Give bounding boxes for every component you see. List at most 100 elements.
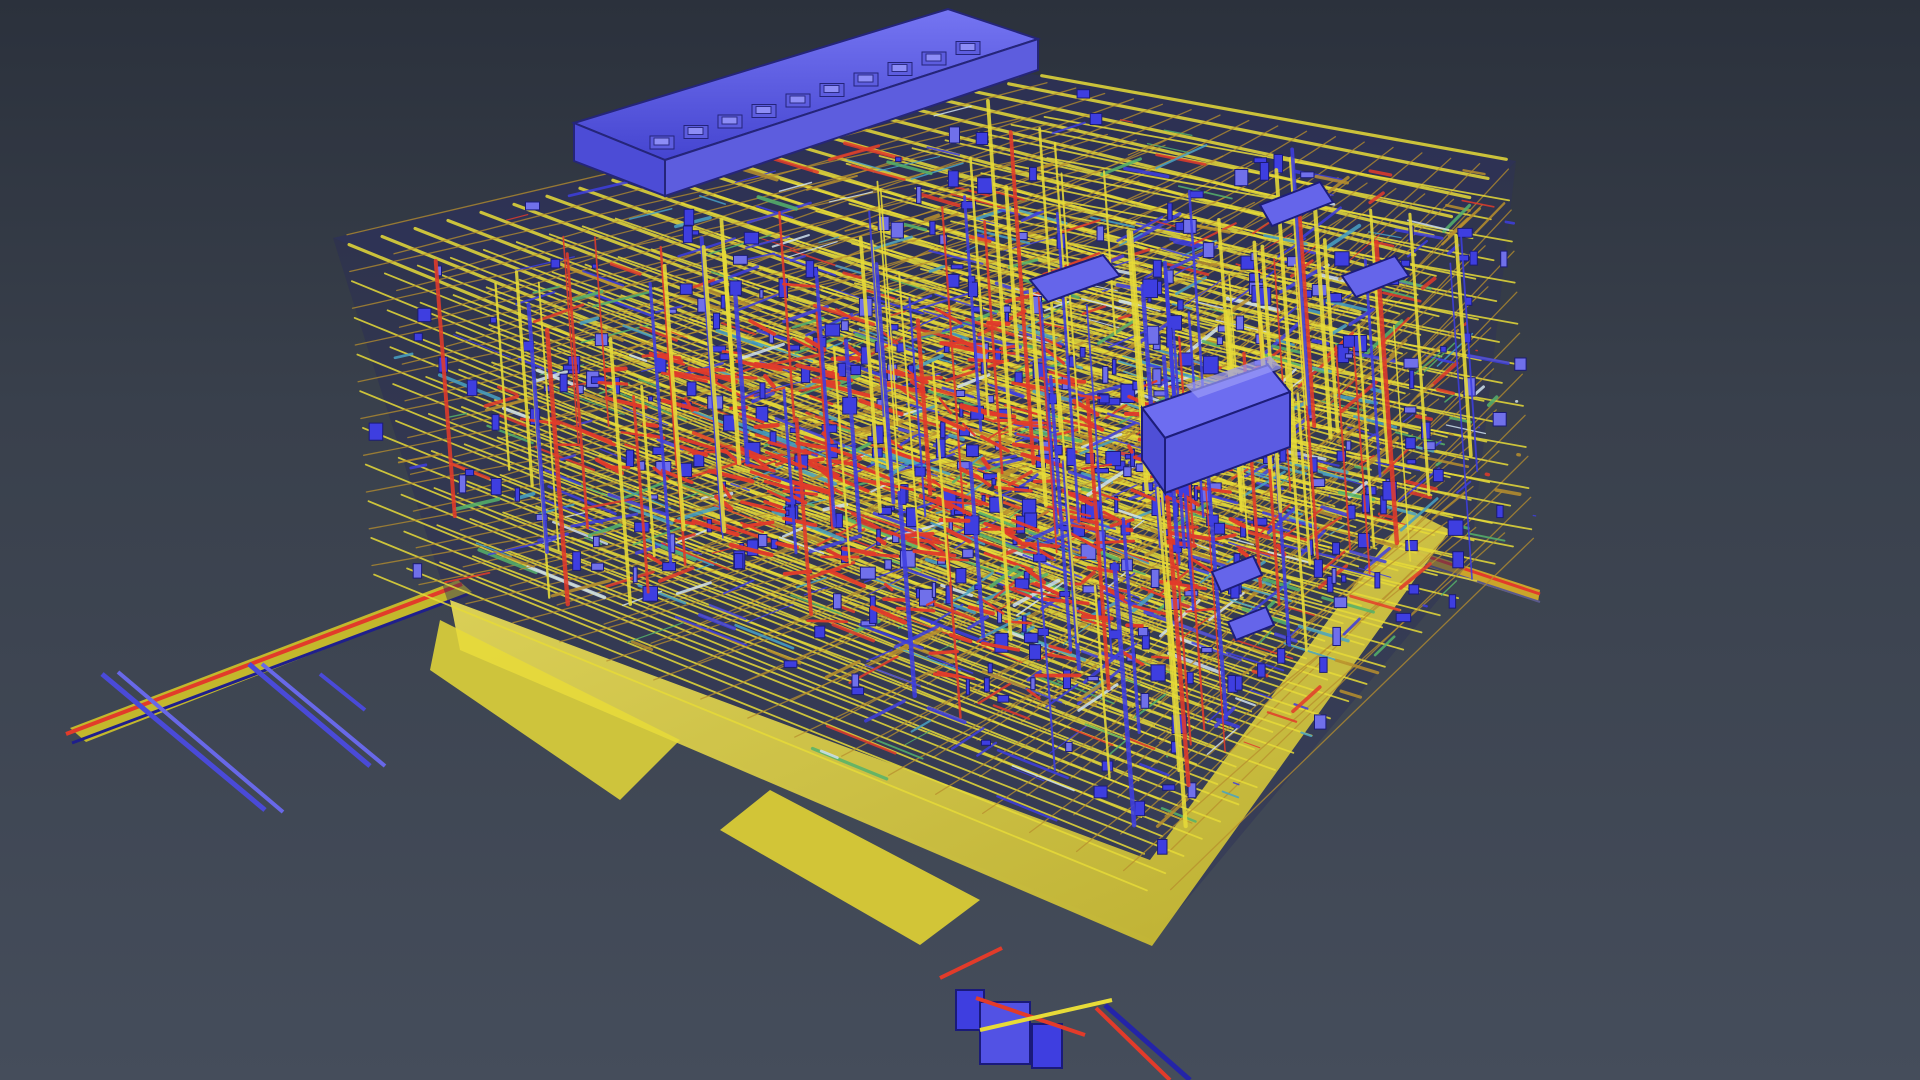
pipe-segment — [1448, 433, 1454, 436]
equipment-block — [466, 379, 478, 397]
equipment-block — [884, 559, 892, 570]
equipment-block — [955, 389, 966, 397]
equipment-block — [1500, 250, 1508, 268]
equipment-block — [1065, 741, 1073, 753]
equipment-block — [1432, 468, 1444, 483]
equipment-block — [1341, 574, 1347, 583]
equipment-block — [966, 444, 979, 457]
equipment-block — [648, 395, 654, 402]
equipment-block — [1514, 357, 1527, 371]
equipment-block — [1440, 345, 1447, 353]
equipment-block — [783, 660, 798, 668]
equipment-block — [490, 316, 497, 324]
equipment-block — [1344, 353, 1354, 359]
roof-fan-grille — [789, 95, 806, 104]
hot-water-pipe — [642, 422, 659, 428]
equipment-block — [1029, 644, 1041, 660]
hot-water-pipe — [1046, 379, 1087, 384]
equipment-block — [1448, 594, 1457, 609]
equipment-block — [491, 414, 500, 431]
equipment-block — [1029, 166, 1037, 182]
equipment-block — [632, 566, 638, 584]
equipment-block — [981, 739, 991, 746]
equipment-block — [683, 208, 695, 226]
equipment-block — [1257, 663, 1266, 678]
equipment-block — [412, 563, 423, 579]
equipment-block — [859, 566, 876, 580]
equipment-block — [1105, 451, 1122, 467]
equipment-block — [1102, 366, 1109, 384]
equipment-block — [720, 294, 726, 309]
equipment-block — [1253, 157, 1267, 164]
roof-fan-grille — [857, 74, 874, 83]
equipment-block — [981, 494, 986, 503]
equipment-block — [625, 449, 634, 468]
equipment-block — [368, 422, 384, 441]
hot-water-pipe — [1117, 588, 1130, 594]
bim-model-scene[interactable] — [0, 0, 1920, 1080]
equipment-block — [1332, 542, 1340, 555]
equipment-block — [733, 553, 744, 570]
hot-water-pipe — [603, 366, 628, 373]
hot-water-pipe — [928, 649, 960, 656]
hot-water-pipe — [932, 672, 959, 679]
pipe-segment — [1422, 604, 1428, 608]
equipment-block — [458, 474, 467, 494]
equipment-block — [1300, 171, 1315, 179]
hot-water-pipe — [1125, 623, 1144, 628]
equipment-block — [1014, 371, 1023, 384]
hot-water-pipe — [967, 357, 1005, 364]
equipment-block — [1374, 572, 1381, 589]
equipment-block — [1447, 519, 1464, 536]
hot-water-pipe — [914, 375, 943, 381]
pipe-segment — [1504, 220, 1516, 225]
equipment-block — [895, 156, 902, 163]
roof-fan-grille — [823, 85, 840, 93]
pipe-segment — [1484, 472, 1491, 477]
equipment-block — [947, 170, 959, 188]
equipment-block — [1234, 169, 1249, 187]
equipment-block — [940, 421, 946, 439]
equipment-block — [1216, 336, 1224, 346]
equipment-block — [759, 289, 764, 299]
equipment-block — [950, 264, 964, 270]
equipment-block — [1093, 785, 1108, 799]
equipment-block — [593, 535, 600, 548]
equipment-block — [851, 686, 865, 696]
equipment-block — [851, 673, 860, 688]
3d-viewport[interactable] — [0, 0, 1920, 1080]
equipment-block — [662, 562, 676, 572]
hot-water-pipe — [753, 422, 780, 430]
equipment-block — [1333, 596, 1348, 609]
equipment-block — [1018, 231, 1028, 241]
equipment-block — [1347, 504, 1356, 520]
equipment-block — [1409, 369, 1415, 389]
equipment-block — [1259, 162, 1270, 181]
equipment-block — [1150, 568, 1160, 589]
equipment-block — [733, 254, 748, 265]
hot-water-pipe — [806, 619, 849, 624]
roof-fan-grille — [959, 43, 976, 51]
equipment-block — [1140, 693, 1150, 709]
hot-water-pipe — [861, 528, 866, 532]
equipment-block — [1403, 357, 1419, 369]
equipment-block — [1076, 89, 1090, 99]
equipment-block — [758, 534, 768, 548]
hot-water-pipe — [936, 558, 946, 562]
equipment-block — [824, 323, 841, 337]
equipment-block — [1037, 627, 1049, 637]
equipment-block — [1134, 800, 1146, 817]
pipe-segment — [1461, 525, 1470, 530]
equipment-block — [835, 512, 843, 529]
equipment-block — [1157, 839, 1168, 855]
equipment-block — [679, 462, 693, 478]
equipment-block — [1111, 358, 1117, 375]
equipment-block — [984, 677, 990, 693]
equipment-block — [991, 478, 997, 486]
equipment-block — [1177, 299, 1184, 311]
equipment-block — [1137, 627, 1149, 637]
equipment-block — [1469, 250, 1478, 266]
equipment-block — [1405, 540, 1418, 552]
equipment-block — [1492, 412, 1507, 427]
equipment-block — [514, 487, 521, 502]
